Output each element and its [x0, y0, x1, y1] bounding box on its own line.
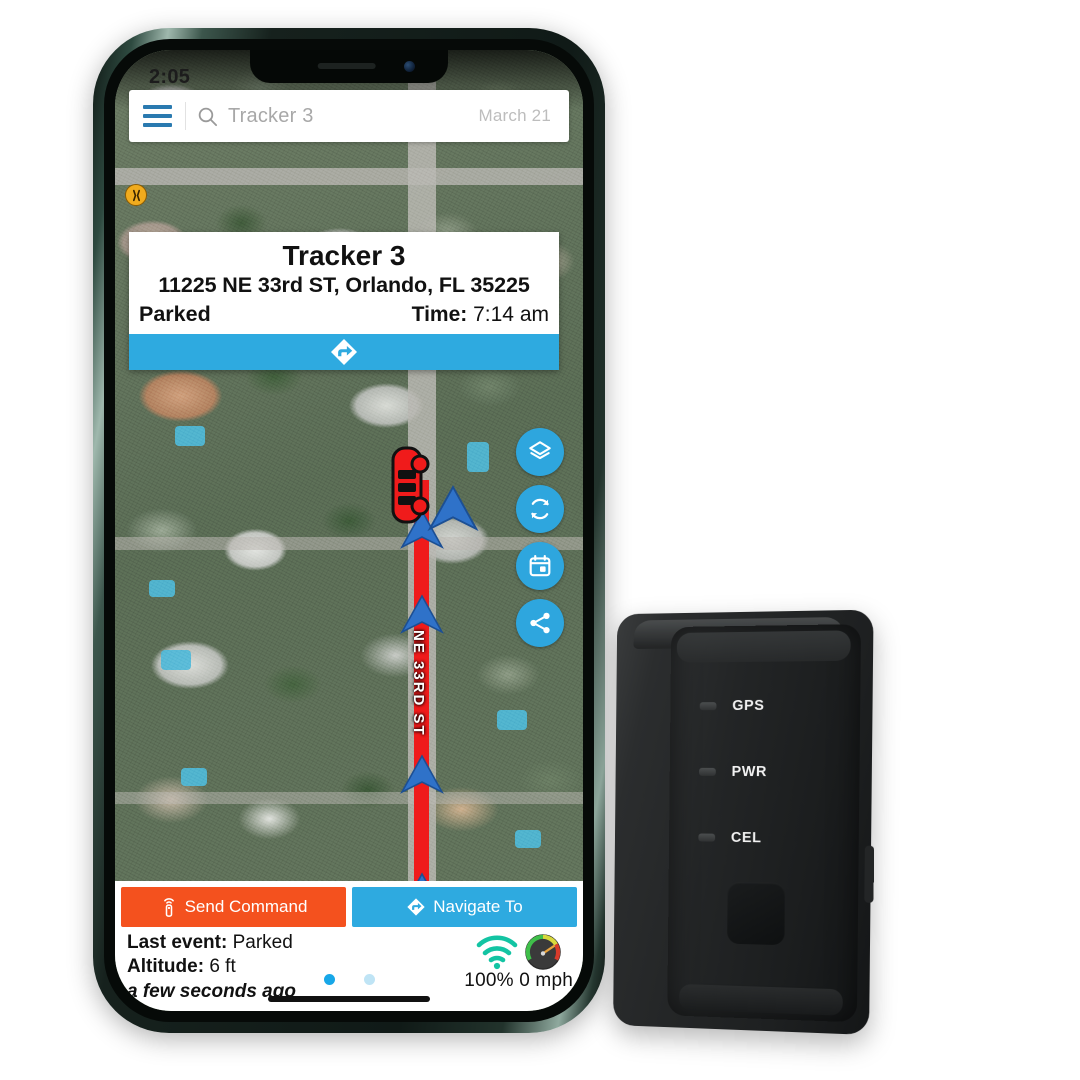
phone-device: NE 33RD ST 2:05 Tracker 3 March 21 Track… [93, 28, 605, 1033]
refresh-icon [531, 498, 549, 520]
phone-notch [250, 50, 448, 83]
layers-button[interactable] [516, 428, 564, 476]
search-input[interactable]: Tracker 3 [228, 105, 479, 128]
share-button[interactable] [516, 599, 564, 647]
page-title: Tracker 3 [282, 240, 406, 271]
phone-screen: NE 33RD ST 2:05 Tracker 3 March 21 Track… [115, 50, 583, 1011]
search-bar[interactable]: Tracker 3 March 21 [129, 90, 569, 142]
action-button-row: Send Command Navigate To [115, 881, 583, 927]
send-command-button[interactable]: Send Command [121, 887, 346, 927]
led-label-gps: GPS [732, 697, 765, 715]
led-row-cel: CEL [698, 829, 762, 847]
home-indicator[interactable] [268, 996, 430, 1002]
imagery-texture [115, 50, 583, 1011]
front-camera [404, 61, 415, 72]
gps-tracker-device: GPS PWR CEL [612, 609, 875, 1036]
speedometer-icon [525, 934, 561, 970]
send-command-label: Send Command [184, 897, 308, 916]
last-event-line: Last event: Parked [127, 931, 464, 955]
navigate-to-button[interactable]: Navigate To [352, 887, 577, 927]
blue-heading-arrow-icon [425, 480, 481, 541]
map-view[interactable]: NE 33RD ST [115, 50, 583, 1011]
poster-canvas: NE 33RD ST 2:05 Tracker 3 March 21 Track… [0, 0, 1080, 1080]
tracker-address: 11225 NE 33rd ST, Orlando, FL 35225 [158, 273, 530, 298]
calendar-icon [529, 554, 551, 577]
status-badge: Parked [139, 302, 211, 327]
navigate-to-label: Navigate To [433, 897, 523, 916]
pagination-dots[interactable] [115, 974, 583, 985]
led-indicator [699, 767, 716, 776]
time-label: Time: [411, 303, 468, 327]
led-indicator [699, 702, 717, 711]
device-contact-pad [726, 881, 786, 946]
map-controls [516, 428, 564, 647]
heading-chevron [398, 750, 446, 803]
pagination-dot-inactive[interactable] [363, 974, 375, 985]
refresh-button[interactable] [516, 485, 564, 533]
share-icon [530, 612, 550, 634]
tracker-info-card: Tracker 3 11225 NE 33rd ST, Orlando, FL … [129, 232, 559, 371]
navigate-diamond-icon [407, 898, 425, 916]
search-icon [186, 105, 228, 128]
device-top-groove [676, 630, 851, 663]
status-row: Last event: Parked Altitude: 6 ft a few … [115, 927, 583, 1004]
layers-icon [529, 441, 551, 460]
phone-bezel: NE 33RD ST 2:05 Tracker 3 March 21 Track… [104, 39, 594, 1022]
led-row-gps: GPS [699, 697, 765, 715]
info-card-body: Tracker 3 11225 NE 33rd ST, Orlando, FL … [129, 232, 559, 334]
navigate-diamond-icon [331, 339, 357, 366]
bottom-panel: Send Command Navigate To Last event: Par… [115, 881, 583, 1011]
last-event-value: Parked [232, 932, 293, 953]
date-filter-label[interactable]: March 21 [479, 106, 569, 126]
remote-signal-icon [163, 898, 174, 917]
device-front-face [667, 624, 862, 1023]
last-event-label: Last event: [127, 932, 228, 953]
led-row-pwr: PWR [699, 764, 767, 780]
info-card-meta-row: Parked Time: 7:14 am [139, 302, 549, 327]
status-text-block: Last event: Parked Altitude: 6 ft a few … [127, 931, 464, 1004]
device-side-button[interactable] [864, 845, 875, 903]
hamburger-icon[interactable] [129, 105, 185, 127]
pagination-dot-active[interactable] [323, 974, 335, 985]
poi-marker-icon[interactable] [125, 184, 147, 206]
calendar-button[interactable] [516, 542, 564, 590]
street-name-label: NE 33RD ST [410, 630, 427, 737]
led-indicator [698, 833, 716, 842]
card-navigate-button[interactable] [129, 334, 559, 371]
led-label-cel: CEL [730, 829, 762, 847]
device-shell: GPS PWR CEL [613, 609, 875, 1036]
earpiece-speaker [317, 63, 376, 69]
wifi-signal-icon [476, 935, 518, 970]
time-readout: Time: 7:14 am [412, 303, 549, 327]
status-bar-time: 2:05 [149, 66, 191, 88]
led-label-pwr: PWR [731, 763, 768, 781]
gauge-row [464, 933, 573, 971]
time-value: 7:14 am [473, 303, 549, 327]
